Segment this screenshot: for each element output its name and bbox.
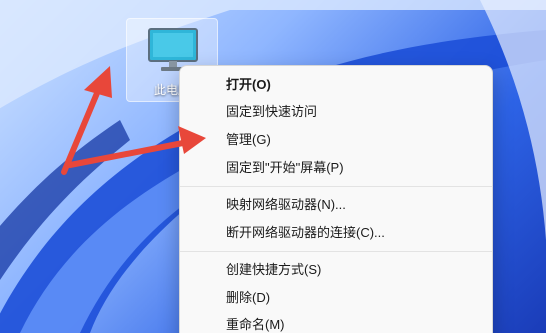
menu-item-open[interactable]: 打开(O) (226, 75, 271, 95)
context-menu: 打开(O) 固定到快速访问 管理(G) 固定到"开始"屏幕(P) 映射网络驱动器… (179, 65, 493, 333)
menu-item-map-network-drive[interactable]: 映射网络驱动器(N)... (226, 195, 346, 215)
menu-separator (180, 251, 492, 252)
menu-item-create-shortcut[interactable]: 创建快捷方式(S) (226, 260, 321, 280)
menu-item-pin-start[interactable]: 固定到"开始"屏幕(P) (226, 158, 344, 178)
menu-item-delete[interactable]: 删除(D) (226, 288, 270, 308)
desktop: 此电脑 打开(O) 固定到快速访问 管理(G) 固定到"开始"屏幕(P) 映射网… (0, 0, 546, 333)
menu-item-manage[interactable]: 管理(G) (226, 130, 271, 150)
menu-item-pin-quick-access[interactable]: 固定到快速访问 (226, 102, 317, 122)
menu-separator (180, 186, 492, 187)
menu-item-rename[interactable]: 重命名(M) (226, 315, 285, 333)
menu-item-disconnect-network-drive[interactable]: 断开网络驱动器的连接(C)... (226, 223, 385, 243)
